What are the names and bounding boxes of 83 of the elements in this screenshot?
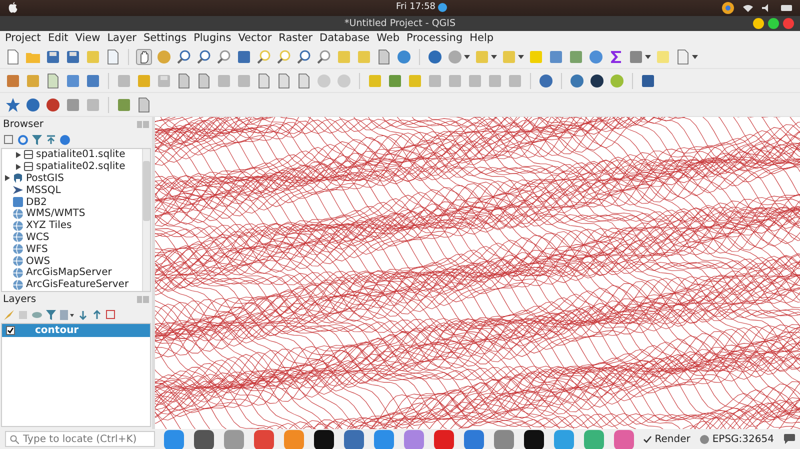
tree-item[interactable]: PostGIS: [26, 172, 64, 184]
clock[interactable]: Fri 17:58: [396, 2, 436, 12]
window-title: *Untitled Project - QGIS: [344, 18, 456, 29]
database-icon: [24, 162, 33, 172]
save-icon[interactable]: [45, 48, 61, 64]
collapse-icon[interactable]: [46, 135, 56, 145]
locate-field[interactable]: Type to locate (Ctrl+K): [5, 431, 155, 447]
expand-arrow-icon[interactable]: [5, 175, 10, 182]
expand-all-icon[interactable]: [78, 310, 88, 320]
menu-item[interactable]: Help: [470, 32, 494, 44]
tree-item[interactable]: OWS: [26, 256, 50, 267]
zoom-layer-icon[interactable]: [276, 48, 292, 64]
caret-icon[interactable]: [464, 54, 470, 58]
tree-item[interactable]: MSSQL: [26, 184, 61, 196]
tree-item[interactable]: WFS: [26, 244, 48, 255]
zoom-out-icon[interactable]: [196, 48, 212, 64]
tree-item[interactable]: WMS/WMTS: [26, 208, 86, 220]
layer-row[interactable]: contour: [2, 324, 150, 337]
render-checkbox[interactable]: [642, 434, 652, 444]
save-as-icon[interactable]: [65, 48, 81, 64]
tree-item[interactable]: spatialite02.sqlite: [36, 161, 126, 172]
tree-item[interactable]: WCS: [26, 232, 50, 243]
panel-title: Layers: [3, 294, 36, 305]
minimize-button[interactable]: [753, 18, 764, 29]
scrollbar[interactable]: [142, 149, 150, 291]
zoom-selection-icon[interactable]: [256, 48, 272, 64]
menu-item[interactable]: Edit: [48, 32, 68, 44]
sigma-icon[interactable]: [608, 48, 624, 64]
menu-item[interactable]: Processing: [406, 32, 463, 44]
tree-item[interactable]: XYZ Tiles: [26, 220, 72, 232]
chrome-icon[interactable]: [722, 2, 734, 14]
zoom-next-icon[interactable]: [316, 48, 332, 64]
messages-icon[interactable]: [784, 434, 795, 444]
database-icon: [13, 197, 23, 208]
hand-icon[interactable]: [136, 48, 152, 64]
caret-icon[interactable]: [518, 54, 524, 58]
tree-item[interactable]: spatialite01.sqlite: [36, 149, 126, 160]
zoom-in-icon[interactable]: [176, 48, 192, 64]
remove-layer-icon[interactable]: [106, 310, 116, 320]
menu-item[interactable]: Layer: [107, 32, 136, 44]
search-icon: [10, 434, 19, 444]
zoom-native-icon[interactable]: [216, 48, 232, 64]
database-icon: [24, 150, 33, 160]
render-label: Render: [654, 434, 690, 444]
maximize-button[interactable]: [768, 18, 779, 29]
wifi-icon[interactable]: [743, 4, 753, 12]
flag-icon: [13, 185, 23, 196]
menu-item[interactable]: Database: [320, 32, 370, 44]
caret-icon[interactable]: [491, 54, 497, 58]
collapse-all-icon[interactable]: [92, 310, 102, 320]
expand-arrow-icon[interactable]: [16, 152, 21, 158]
menu-item[interactable]: Web: [376, 32, 400, 44]
elephant-icon: [13, 173, 23, 184]
app-icon[interactable]: [314, 430, 334, 449]
tree-item[interactable]: DB2: [26, 196, 47, 208]
caret-icon[interactable]: [692, 54, 698, 58]
layer-checkbox[interactable]: [6, 326, 15, 335]
new-file-icon[interactable]: [5, 48, 21, 64]
menu-item[interactable]: View: [75, 32, 100, 44]
style-brush-icon[interactable]: [4, 310, 14, 320]
expand-arrow-icon[interactable]: [16, 164, 21, 170]
notification-icon: [438, 2, 447, 12]
menu-item[interactable]: Project: [5, 32, 41, 44]
tree-item[interactable]: ArcGisMapServer: [26, 267, 112, 278]
tree-item[interactable]: ArcGisFeatureServer: [26, 279, 129, 290]
menu-item[interactable]: Plugins: [194, 32, 232, 44]
close-button[interactable]: [783, 18, 794, 29]
filter-icon[interactable]: [32, 135, 42, 145]
apple-logo-icon[interactable]: [8, 2, 18, 14]
crs-button[interactable]: EPSG:32654: [712, 434, 774, 444]
star-icon[interactable]: [5, 96, 21, 112]
zoom-last-icon[interactable]: [296, 48, 312, 64]
menu-item[interactable]: Vector: [238, 32, 272, 44]
contour-map-drawing[interactable]: [155, 117, 800, 429]
layer-name: contour: [35, 325, 79, 336]
caret-icon[interactable]: [645, 54, 651, 58]
add-selected-icon[interactable]: [4, 135, 14, 145]
menu-item[interactable]: Raster: [278, 32, 313, 44]
menu-item[interactable]: Settings: [143, 32, 187, 44]
app-icon[interactable]: [194, 430, 214, 449]
filter-icon[interactable]: [46, 310, 56, 320]
panel-title: Browser: [3, 119, 44, 130]
app-icon[interactable]: [524, 430, 544, 449]
